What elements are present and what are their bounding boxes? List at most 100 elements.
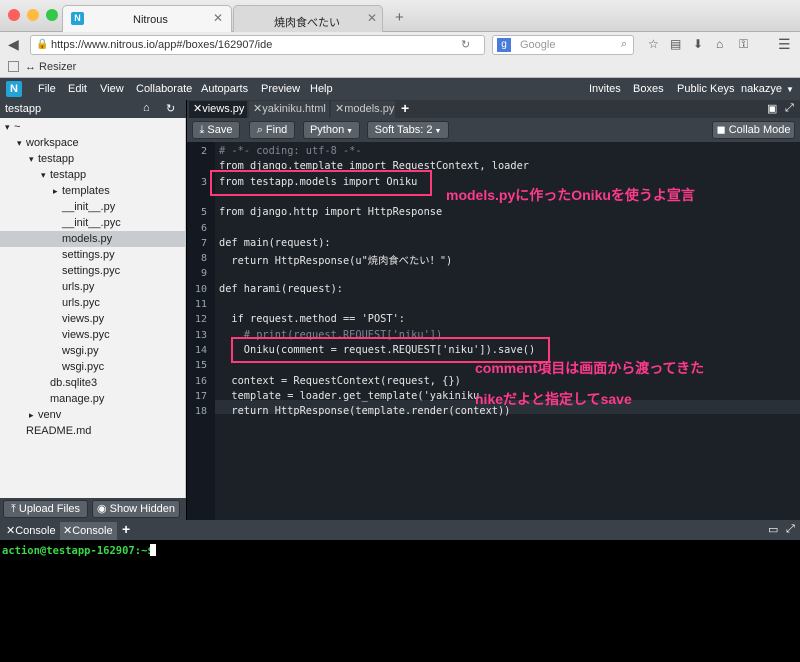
tree-item[interactable]: ▾ workspace bbox=[0, 135, 186, 151]
add-tab-icon[interactable]: + bbox=[401, 100, 409, 116]
annotation-note-2: comment項目は画面から渡ってきた bbox=[475, 360, 705, 376]
tree-item[interactable]: __init__.pyc bbox=[0, 215, 186, 231]
menu-user[interactable]: nakazye bbox=[741, 83, 782, 95]
code-line: if request.method == 'POST': bbox=[219, 313, 405, 326]
key-icon[interactable]: ⚿ bbox=[739, 37, 748, 52]
editor-tab-yakiniku[interactable]: ✕yakiniku.html bbox=[249, 101, 329, 118]
tree-item[interactable]: views.pyc bbox=[0, 327, 186, 343]
nitrous-logo-icon[interactable]: N bbox=[6, 81, 22, 97]
tab-title: 焼肉食べたい bbox=[274, 17, 340, 29]
search-placeholder: Google bbox=[520, 39, 556, 51]
tree-item[interactable]: README.md bbox=[0, 423, 186, 439]
close-window-button[interactable] bbox=[8, 9, 20, 21]
reading-list-icon[interactable]: ▤ bbox=[670, 37, 681, 51]
editor-tab-models[interactable]: ✕models.py bbox=[331, 101, 395, 118]
home-icon[interactable]: ⌂ bbox=[716, 37, 723, 51]
chevron-down-icon: ▾ bbox=[17, 138, 22, 148]
maximize-window-button[interactable] bbox=[46, 9, 58, 21]
close-icon[interactable]: ✕ bbox=[6, 525, 15, 537]
chevron-down-icon: ▾ bbox=[41, 170, 46, 180]
console-tab-2[interactable]: ✕Console bbox=[60, 522, 117, 540]
menu-boxes[interactable]: Boxes bbox=[633, 83, 664, 95]
minimize-panel-icon[interactable]: ▭ bbox=[768, 523, 778, 536]
language-select[interactable]: Python ▼ bbox=[303, 121, 360, 139]
add-console-icon[interactable]: + bbox=[122, 521, 130, 537]
menu-icon[interactable]: ☰ bbox=[778, 36, 791, 53]
chevron-down-icon[interactable]: ▼ bbox=[786, 85, 794, 94]
tab-close-icon[interactable]: ✕ bbox=[213, 11, 223, 25]
tree-item[interactable]: urls.pyc bbox=[0, 295, 186, 311]
back-icon[interactable]: ◀ bbox=[8, 36, 19, 53]
home-icon[interactable]: ⌂ bbox=[143, 102, 150, 114]
close-icon[interactable]: ✕ bbox=[253, 103, 262, 115]
tree-item[interactable]: ▾ testapp bbox=[0, 151, 186, 167]
chevron-down-icon: ▼ bbox=[432, 128, 442, 135]
browser-tab[interactable]: 焼肉食べたい ✕ bbox=[233, 5, 383, 32]
line-number: 15 bbox=[194, 360, 207, 372]
minimize-window-button[interactable] bbox=[27, 9, 39, 21]
expand-icon[interactable]: ⤢ bbox=[786, 523, 795, 536]
line-number: 10 bbox=[194, 283, 207, 295]
tree-item[interactable]: manage.py bbox=[0, 391, 186, 407]
tree-item[interactable]: urls.py bbox=[0, 279, 186, 295]
menu-preview[interactable]: Preview bbox=[261, 83, 300, 95]
save-button[interactable]: ⤓ Save bbox=[192, 121, 240, 139]
tree-item[interactable]: wsgi.pyc bbox=[0, 359, 186, 375]
collab-label: Collab Mode bbox=[728, 124, 791, 136]
menu-view[interactable]: View bbox=[100, 83, 124, 95]
tree-item[interactable]: __init__.py bbox=[0, 199, 186, 215]
upload-files-button[interactable]: ⤒ Upload Files bbox=[3, 500, 88, 518]
collab-mode-button[interactable]: ◼ Collab Mode bbox=[712, 121, 795, 139]
new-tab-icon[interactable]: + bbox=[395, 9, 404, 26]
menu-help[interactable]: Help bbox=[310, 83, 333, 95]
find-button[interactable]: ⌕ Find bbox=[249, 121, 295, 139]
download-icon[interactable]: ⬇ bbox=[693, 37, 703, 51]
tree-item[interactable]: ▾ ~ bbox=[0, 119, 186, 135]
tree-item[interactable]: models.py bbox=[0, 231, 186, 247]
file-tree: ▾ ~ ▾ workspace ▾ testapp ▾ testapp ▸ templates __… bbox=[0, 119, 186, 459]
search-icon[interactable]: ⌕ bbox=[621, 38, 627, 51]
tree-item[interactable]: ▸ venv bbox=[0, 407, 186, 423]
refresh-icon[interactable]: ↻ bbox=[166, 102, 175, 115]
menu-file[interactable]: File bbox=[38, 83, 56, 95]
tree-item-label: __init__.py bbox=[62, 201, 116, 213]
bookmark-star-icon[interactable]: ☆ bbox=[648, 37, 659, 51]
close-icon[interactable]: ✕ bbox=[193, 103, 202, 115]
search-field[interactable]: g Google ⌕ bbox=[492, 35, 634, 55]
menu-autoparts[interactable]: Autoparts bbox=[201, 83, 248, 95]
line-number: 13 bbox=[194, 329, 207, 341]
console-tab-1[interactable]: ✕Console bbox=[3, 522, 57, 540]
show-hidden-button[interactable]: ◉ Show Hidden bbox=[92, 500, 180, 518]
tree-item[interactable]: views.py bbox=[0, 311, 186, 327]
menu-collaborate[interactable]: Collaborate bbox=[136, 83, 192, 95]
editor-tab-views[interactable]: ✕views.py bbox=[189, 101, 247, 118]
terminal[interactable]: action@testapp-162907:~$ bbox=[0, 540, 800, 662]
terminal-cursor bbox=[150, 544, 156, 556]
show-hidden-label: Show Hidden bbox=[109, 503, 176, 515]
tree-item[interactable]: settings.pyc bbox=[0, 263, 186, 279]
close-icon[interactable]: ✕ bbox=[335, 103, 344, 115]
soft-tabs-select[interactable]: Soft Tabs: 2 ▼ bbox=[367, 121, 449, 139]
tree-item[interactable]: db.sqlite3 bbox=[0, 375, 186, 391]
tab-title: Nitrous bbox=[133, 14, 168, 26]
expand-icon[interactable]: ⤢ bbox=[785, 102, 794, 115]
bookmark-checkbox-icon bbox=[8, 61, 19, 72]
resizer-bookmark[interactable]: ↔ Resizer bbox=[25, 61, 76, 73]
menu-invites[interactable]: Invites bbox=[589, 83, 621, 95]
highlight-import-line bbox=[210, 170, 432, 196]
tree-item[interactable]: settings.py bbox=[0, 247, 186, 263]
close-icon[interactable]: ✕ bbox=[63, 525, 72, 537]
tree-item[interactable]: ▾ testapp bbox=[0, 167, 186, 183]
url-field[interactable]: 🔒 https://www.nitrous.io/app#/boxes/1629… bbox=[30, 35, 485, 55]
chat-icon[interactable]: ▣ bbox=[767, 102, 777, 115]
eye-icon: ◉ bbox=[96, 503, 110, 515]
tree-item[interactable]: ▸ templates bbox=[0, 183, 186, 199]
sidebar-footer: ⤒ Upload Files ◉ Show Hidden bbox=[0, 498, 186, 520]
browser-tab-active[interactable]: N Nitrous ✕ bbox=[62, 5, 232, 32]
menu-public-keys[interactable]: Public Keys bbox=[677, 83, 734, 95]
tree-item[interactable]: wsgi.py bbox=[0, 343, 186, 359]
menu-edit[interactable]: Edit bbox=[68, 83, 87, 95]
tab-close-icon[interactable]: ✕ bbox=[367, 11, 377, 25]
tree-item-label: README.md bbox=[26, 425, 92, 437]
reload-icon[interactable]: ↻ bbox=[461, 38, 470, 51]
